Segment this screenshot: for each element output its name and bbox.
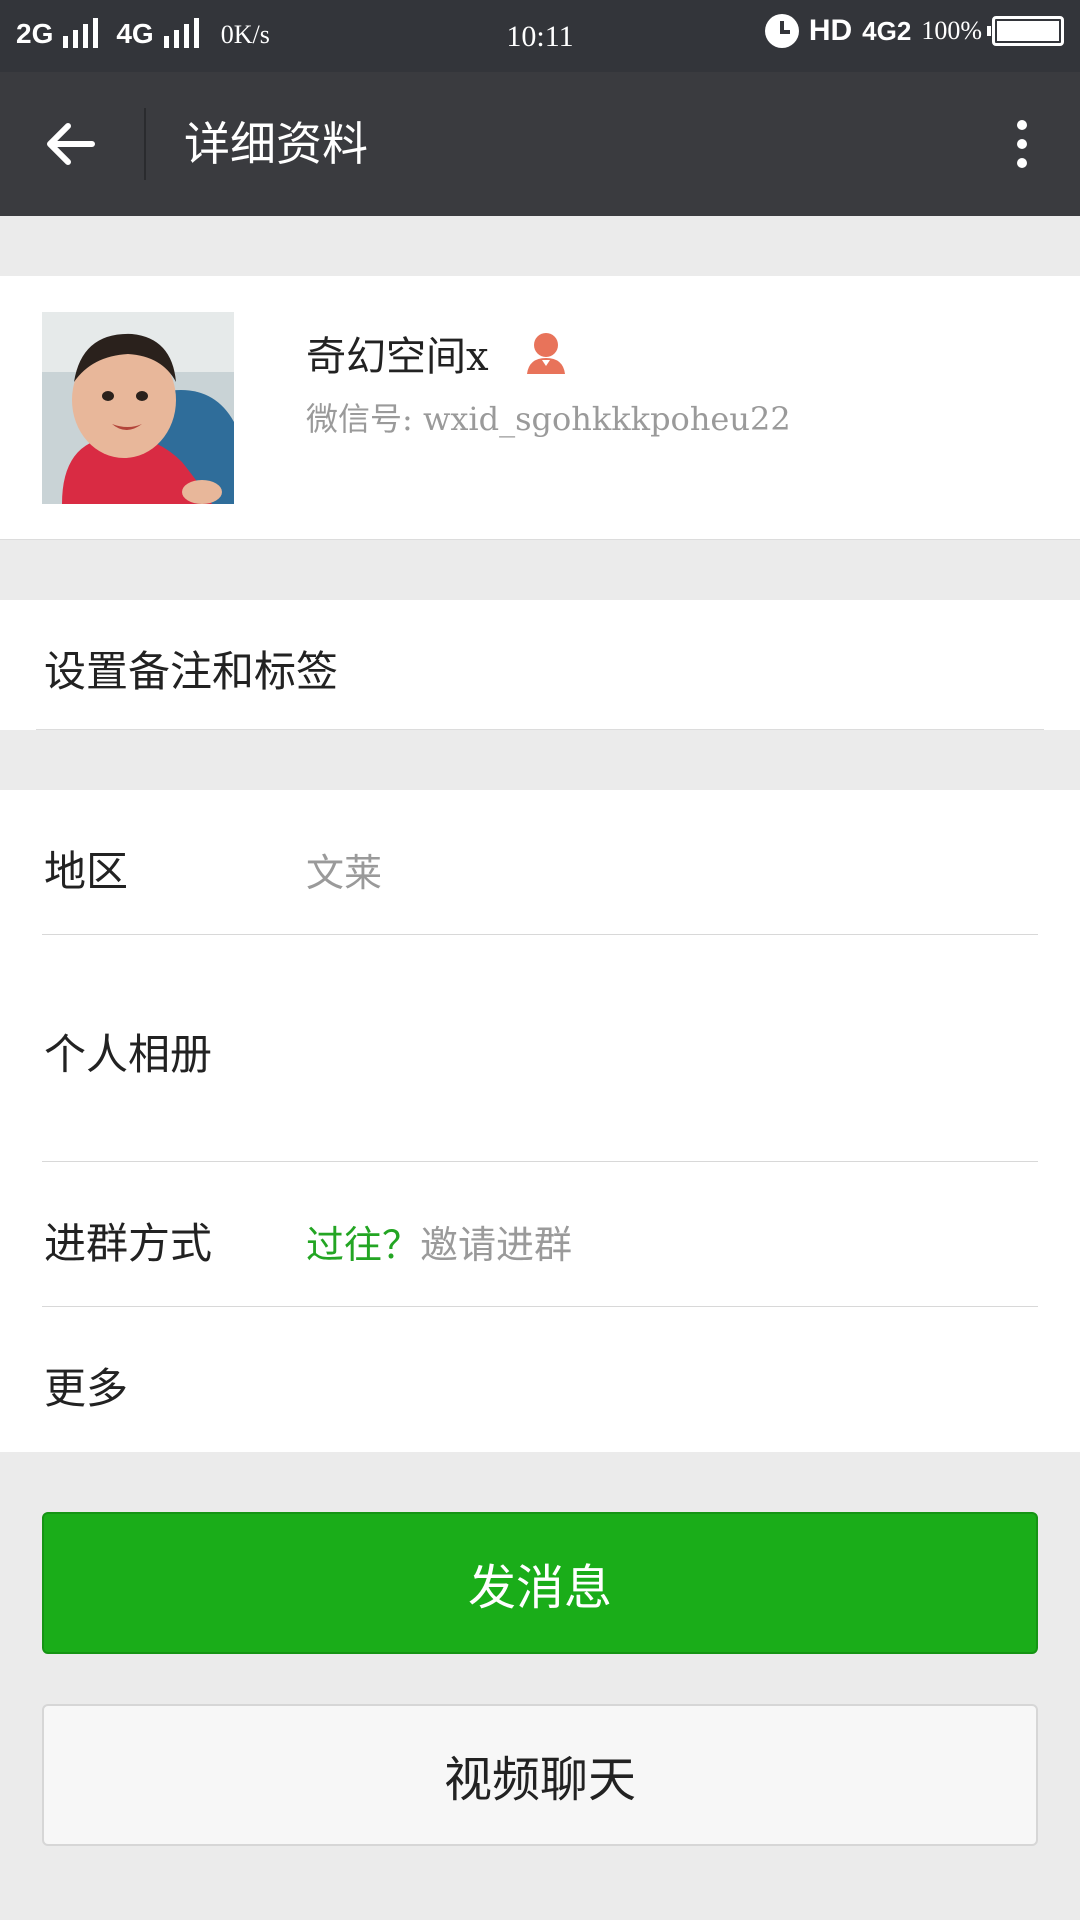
more-menu-button[interactable] (990, 112, 1054, 176)
join-method-label: 进群方式 (44, 1219, 213, 1268)
join-method-value: 过往？邀请进群 (306, 1214, 572, 1269)
more-dots-icon (1017, 120, 1027, 130)
photo-album-row[interactable]: 个人相册 (0, 935, 1080, 1161)
alarm-icon (764, 14, 799, 48)
video-call-button[interactable]: 视频聊天 (42, 1704, 1038, 1846)
wechat-id: 微信号: wxid_sgohkkkpoheu22 (306, 400, 791, 438)
set-remark-label: 设置备注和标签 (44, 647, 339, 696)
top-nav-bar: 详细资料 (0, 72, 1080, 216)
more-row[interactable]: 更多 (0, 1307, 1080, 1452)
hd-label: HD (808, 14, 853, 47)
status-right: HD 4G2 100% (764, 14, 1064, 48)
nickname: 奇幻空间x (306, 334, 489, 380)
avatar-image (42, 312, 234, 504)
join-method-highlight: 过往？ (306, 1223, 421, 1267)
divider (36, 729, 1044, 730)
more-dots-icon (1017, 158, 1027, 168)
back-arrow-icon (47, 123, 95, 165)
battery-percent: 100% (921, 16, 982, 45)
region-label: 地区 (44, 847, 129, 896)
photo-album-label: 个人相册 (44, 1030, 213, 1079)
more-dots-icon (1017, 139, 1027, 149)
battery-icon (987, 16, 1064, 46)
nickname-row: 奇幻空间x (306, 324, 569, 382)
more-label: 更多 (44, 1364, 129, 1413)
back-button[interactable] (40, 112, 104, 176)
profile-card: 奇幻空间x 微信号: wxid_sgohkkkpoheu22 (0, 276, 1080, 540)
status-bar: 2G 4G 0K/s 10:11 HD 4G2 100% (0, 0, 1080, 72)
nav-divider (144, 108, 146, 180)
send-message-button[interactable]: 发消息 (42, 1512, 1038, 1654)
female-gender-icon (526, 333, 565, 374)
join-method-text: 邀请进群 (420, 1223, 573, 1267)
region-row: 地区 文莱 (0, 790, 1080, 934)
region-value: 文莱 (306, 851, 383, 895)
network-4g2-label: 4G2 (862, 15, 912, 46)
join-method-row: 进群方式 过往？邀请进群 (0, 1162, 1080, 1306)
set-remark-row[interactable]: 设置备注和标签 (0, 600, 1080, 730)
avatar[interactable] (42, 312, 234, 504)
info-section: 地区 文莱 个人相册 进群方式 过往？邀请进群 更多 (0, 790, 1080, 1452)
page-title: 详细资料 (184, 117, 368, 171)
